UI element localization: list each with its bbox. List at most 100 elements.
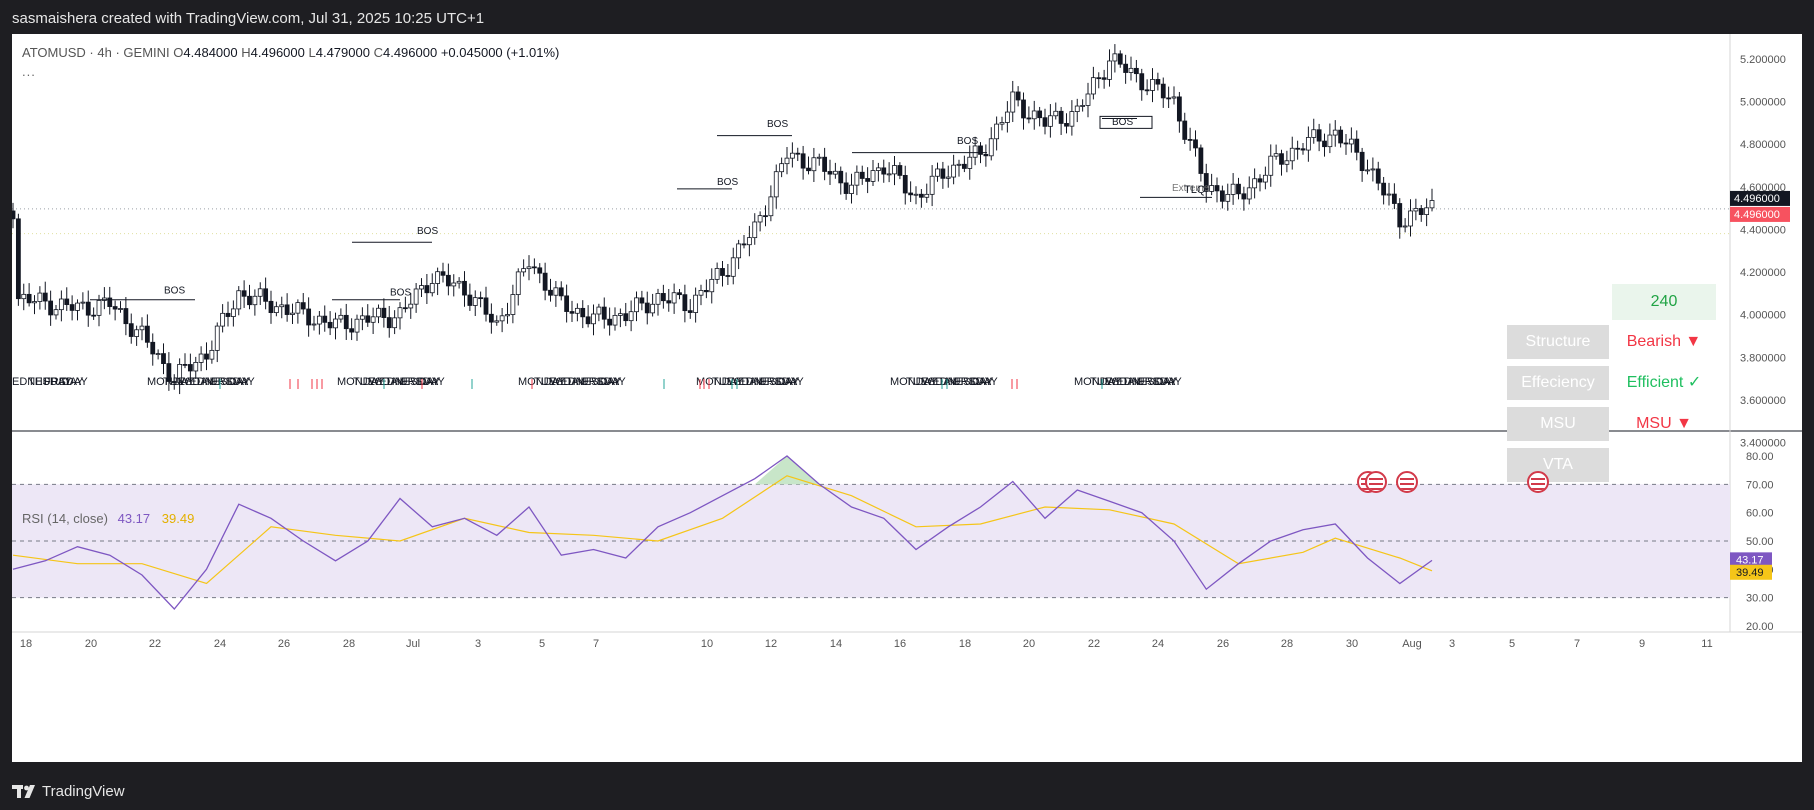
- close-label: C: [373, 45, 383, 60]
- candle-body: [650, 303, 656, 314]
- candle-body: [128, 323, 134, 337]
- candle-body: [359, 315, 365, 320]
- candle-body: [951, 164, 957, 178]
- candle-body: [623, 313, 629, 322]
- candle-body: [569, 311, 575, 314]
- time-axis-tick: 30: [1346, 638, 1358, 650]
- candle-body: [306, 308, 312, 326]
- candle-body: [800, 153, 806, 169]
- time-axis-tick: 7: [593, 638, 599, 650]
- symbol-legend[interactable]: ATOMUSD · 4h · GEMINI O4.484000 H4.49600…: [22, 45, 559, 60]
- candle-body: [1085, 93, 1091, 106]
- candle-body: [69, 304, 75, 311]
- candle-body: [746, 237, 752, 246]
- candle-body: [408, 303, 414, 309]
- us-flag-event-icon[interactable]: [1365, 471, 1387, 493]
- candle-body: [859, 171, 865, 179]
- candle-body: [558, 287, 564, 297]
- candle-body: [768, 196, 774, 217]
- candle-body: [32, 301, 37, 304]
- price-axis-tick: 3.600000: [1740, 395, 1786, 407]
- candle-body: [1273, 153, 1279, 157]
- candle-body: [478, 297, 484, 300]
- low-label: L: [308, 45, 316, 60]
- candle-body: [682, 294, 688, 312]
- candle-body: [1289, 147, 1295, 162]
- candle-body: [1155, 79, 1161, 85]
- candle-body: [107, 297, 113, 307]
- time-axis-tick: 22: [1088, 638, 1100, 650]
- candle-body: [720, 268, 725, 276]
- low-value: 4.479000: [315, 45, 370, 60]
- candle-body: [1010, 91, 1016, 113]
- candle-body: [924, 193, 930, 198]
- candle-body: [230, 308, 236, 317]
- chart-frame[interactable]: 5.4000005.2000005.0000004.8000004.600000…: [12, 34, 1802, 762]
- candle-body: [311, 323, 317, 326]
- price-axis-tick: 4.000000: [1740, 310, 1786, 322]
- last-price-tag-text: 4.496000: [1734, 193, 1780, 205]
- candle-body: [1370, 168, 1376, 171]
- candle-body: [397, 307, 403, 319]
- candle-body: [187, 364, 193, 372]
- session-day-label: FRIDAY: [401, 376, 441, 388]
- us-flag-event-icon[interactable]: [1527, 471, 1549, 493]
- candle-body: [1429, 200, 1435, 209]
- candle-body: [236, 290, 242, 310]
- candle-body: [1252, 178, 1258, 189]
- candle-body: [424, 285, 430, 294]
- time-axis-tick: 24: [214, 638, 226, 650]
- session-day-label: FRIDAY: [211, 376, 251, 388]
- candle-body: [585, 316, 591, 325]
- candle-body: [1193, 139, 1198, 149]
- candle-body: [456, 280, 462, 284]
- rsi-value-tag-text: 43.17: [1736, 554, 1764, 566]
- candle-body: [96, 300, 102, 316]
- candle-body: [37, 292, 43, 302]
- candle-body: [1295, 147, 1301, 150]
- candle-body: [300, 302, 306, 310]
- time-axis-tick: 28: [343, 638, 355, 650]
- candle-body: [1381, 182, 1387, 196]
- candle-body: [1268, 155, 1274, 176]
- candle-body: [1187, 139, 1193, 141]
- time-axis-tick: Aug: [1402, 638, 1422, 650]
- price-axis-tick: 3.800000: [1740, 352, 1786, 364]
- rsi-axis-tick: 50.00: [1746, 536, 1774, 548]
- candle-body: [161, 353, 166, 364]
- candle-body: [327, 321, 333, 329]
- candle-body: [1004, 111, 1010, 123]
- candle-body: [660, 293, 666, 302]
- candle-body: [1160, 83, 1166, 99]
- candle-body: [601, 306, 607, 320]
- candle-body: [881, 167, 887, 175]
- candle-body: [526, 266, 532, 270]
- candle-body: [1021, 99, 1026, 119]
- candle-body: [91, 314, 97, 317]
- us-flag-event-icon[interactable]: [1396, 471, 1418, 493]
- interval-label: 4h: [97, 45, 112, 60]
- candle-body: [1214, 185, 1220, 192]
- candle-body: [1150, 79, 1155, 91]
- candle-body: [1209, 185, 1215, 192]
- time-axis-tick: 18: [20, 638, 32, 650]
- rsi-name: RSI (14, close): [22, 511, 108, 526]
- candle-body: [1348, 138, 1354, 145]
- candle-body: [1391, 193, 1397, 204]
- candle-body: [419, 285, 424, 290]
- candle-body: [139, 325, 145, 331]
- candle-body: [1133, 67, 1139, 75]
- time-axis-tick: 3: [475, 638, 481, 650]
- candle-body: [994, 123, 1000, 140]
- candle-body: [1230, 183, 1236, 195]
- candle-body: [709, 278, 715, 293]
- candle-body: [1316, 129, 1322, 142]
- time-axis-tick: 10: [701, 638, 713, 650]
- legend-more-button[interactable]: ...: [22, 64, 36, 79]
- tradingview-logo-icon: [12, 785, 35, 798]
- bos-label: BOS: [417, 226, 438, 237]
- price-axis-tick: 5.200000: [1740, 54, 1786, 66]
- rsi-legend[interactable]: RSI (14, close) 43.17 39.49: [22, 511, 194, 526]
- candle-body: [1386, 193, 1392, 196]
- time-axis-tick: 28: [1281, 638, 1293, 650]
